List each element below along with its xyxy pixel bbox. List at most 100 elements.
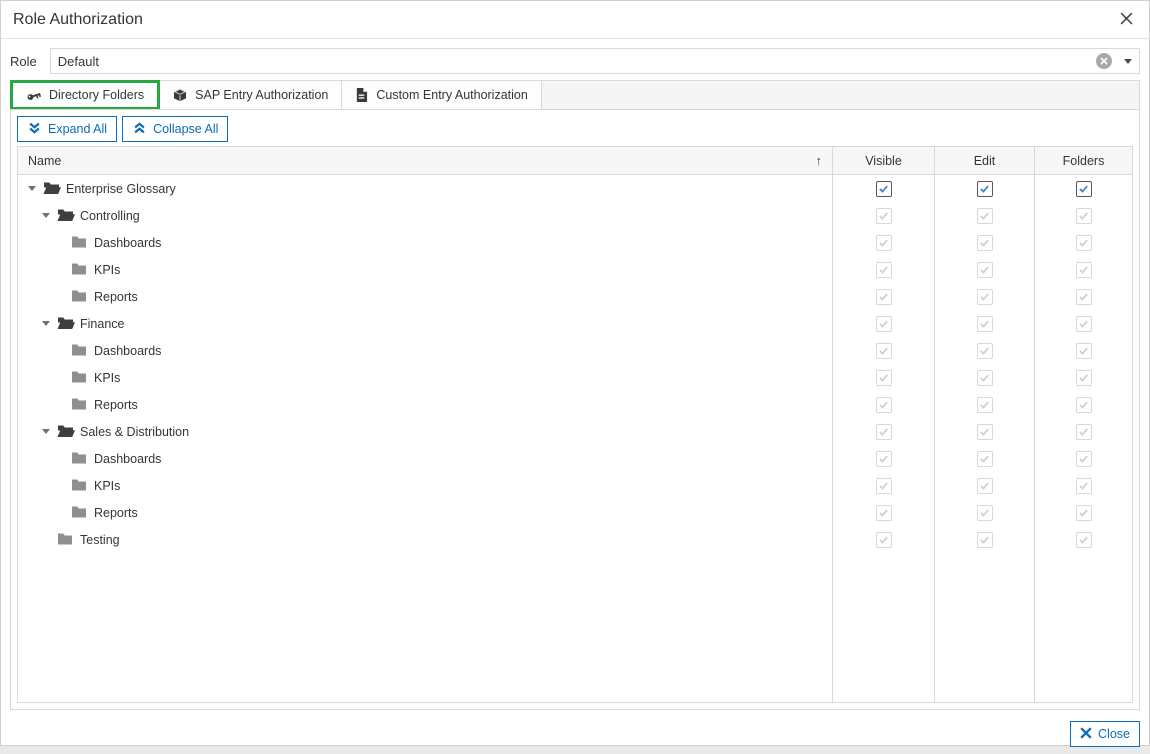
tree-row[interactable]: Testing (18, 526, 1132, 553)
tree-row[interactable]: Finance (18, 310, 1132, 337)
tree-node-label: KPIs (94, 479, 120, 493)
folders-checkbox (1076, 343, 1092, 359)
closed-folder-icon (71, 370, 89, 385)
tree-node[interactable]: KPIs (18, 256, 832, 283)
folders-checkbox[interactable] (1076, 181, 1092, 197)
tree-row[interactable]: Reports (18, 283, 1132, 310)
role-value: Default (58, 54, 1096, 69)
dialog-footer: Close (1, 710, 1149, 747)
tree-node[interactable]: Controlling (18, 202, 832, 229)
edit-checkbox (977, 235, 993, 251)
tree-node[interactable]: Reports (18, 391, 832, 418)
tree-row[interactable]: Reports (18, 499, 1132, 526)
edit-checkbox (977, 262, 993, 278)
tree-row[interactable]: Dashboards (18, 229, 1132, 256)
expand-arrow-icon (56, 348, 71, 353)
tree-table-body: Enterprise Glossary Co (18, 175, 1132, 702)
tree-node[interactable]: KPIs (18, 472, 832, 499)
column-header-folders[interactable]: Folders (1034, 147, 1132, 174)
tree-node[interactable]: Enterprise Glossary (18, 175, 832, 202)
open-folder-icon (43, 181, 61, 196)
edit-checkbox[interactable] (977, 181, 993, 197)
tree-node[interactable]: Sales & Distribution (18, 418, 832, 445)
close-label: Close (1098, 727, 1130, 741)
visible-checkbox (876, 208, 892, 224)
folders-checkbox (1076, 397, 1092, 413)
expand-arrow-icon (56, 267, 71, 272)
dialog-titlebar: Role Authorization (1, 1, 1149, 39)
tree-toolbar: Expand All Collapse All (17, 116, 1133, 142)
closed-folder-icon (57, 532, 75, 547)
role-combobox[interactable]: Default (50, 48, 1140, 74)
tree-row[interactable]: Reports (18, 391, 1132, 418)
tree-row[interactable]: Dashboards (18, 445, 1132, 472)
folders-checkbox (1076, 451, 1092, 467)
document-icon (355, 88, 368, 102)
column-label: Folders (1063, 154, 1105, 168)
tree-row[interactable]: Sales & Distribution (18, 418, 1132, 445)
expand-arrow-icon (42, 537, 57, 542)
table-header: Name ↑ Visible Edit Folders (18, 147, 1132, 175)
expand-arrow-icon[interactable] (42, 213, 57, 218)
expand-arrow-icon[interactable] (42, 429, 57, 434)
tree-row[interactable]: KPIs (18, 472, 1132, 499)
role-field-row: Role Default (10, 48, 1140, 74)
tree-node-label: Testing (80, 533, 120, 547)
tab-sap-entry-authorization[interactable]: SAP Entry Authorization (160, 81, 342, 109)
tree-node-label: Sales & Distribution (80, 425, 189, 439)
directory-folders-panel: Expand All Collapse All Name ↑ Visible (10, 109, 1140, 710)
tree-node[interactable]: Dashboards (18, 229, 832, 256)
tree-node[interactable]: Dashboards (18, 445, 832, 472)
closed-folder-icon (71, 262, 89, 277)
closed-folder-icon (71, 289, 89, 304)
tab-directory-folders[interactable]: Directory Folders (13, 83, 157, 107)
column-header-visible[interactable]: Visible (832, 147, 934, 174)
visible-checkbox (876, 235, 892, 251)
collapse-all-button[interactable]: Collapse All (122, 116, 228, 142)
visible-checkbox (876, 397, 892, 413)
column-label: Edit (974, 154, 996, 168)
tree-node[interactable]: Dashboards (18, 337, 832, 364)
tree-node[interactable]: Testing (18, 526, 832, 553)
dropdown-caret-icon[interactable] (1124, 59, 1132, 64)
tree-node[interactable]: Finance (18, 310, 832, 337)
expand-arrow-icon (56, 294, 71, 299)
tree-row[interactable]: Enterprise Glossary (18, 175, 1132, 202)
tree-node-label: Controlling (80, 209, 140, 223)
clear-icon[interactable] (1096, 53, 1112, 69)
sort-ascending-icon[interactable]: ↑ (816, 153, 823, 168)
tree-row[interactable]: Controlling (18, 202, 1132, 229)
tree-node-label: KPIs (94, 371, 120, 385)
table-empty-area (18, 553, 1132, 702)
tab-custom-entry-authorization[interactable]: Custom Entry Authorization (342, 81, 541, 109)
role-authorization-dialog: Role Authorization Role Default (0, 0, 1150, 746)
expand-all-label: Expand All (48, 122, 107, 136)
close-button[interactable]: Close (1070, 721, 1140, 747)
dialog-close-icon[interactable] (1118, 10, 1135, 30)
expand-arrow-icon[interactable] (42, 321, 57, 326)
tab-strip-filler (542, 81, 1139, 109)
visible-checkbox[interactable] (876, 181, 892, 197)
expand-arrow-icon[interactable] (28, 186, 43, 191)
double-chevron-up-icon (132, 121, 147, 138)
closed-folder-icon (71, 451, 89, 466)
tree-node-label: Reports (94, 506, 138, 520)
visible-checkbox (876, 478, 892, 494)
tree-row[interactable]: KPIs (18, 364, 1132, 391)
tree-node[interactable]: KPIs (18, 364, 832, 391)
folders-checkbox (1076, 262, 1092, 278)
tree-row[interactable]: Dashboards (18, 337, 1132, 364)
folders-checkbox (1076, 532, 1092, 548)
tree-node-label: Dashboards (94, 236, 161, 250)
expand-all-button[interactable]: Expand All (17, 116, 117, 142)
tree-node[interactable]: Reports (18, 499, 832, 526)
closed-folder-icon (71, 397, 89, 412)
visible-checkbox (876, 424, 892, 440)
package-icon (173, 88, 187, 102)
column-header-edit[interactable]: Edit (934, 147, 1034, 174)
edit-checkbox (977, 343, 993, 359)
column-header-name[interactable]: Name ↑ (18, 147, 832, 174)
tree-node[interactable]: Reports (18, 283, 832, 310)
key-icon (26, 88, 41, 103)
tree-row[interactable]: KPIs (18, 256, 1132, 283)
